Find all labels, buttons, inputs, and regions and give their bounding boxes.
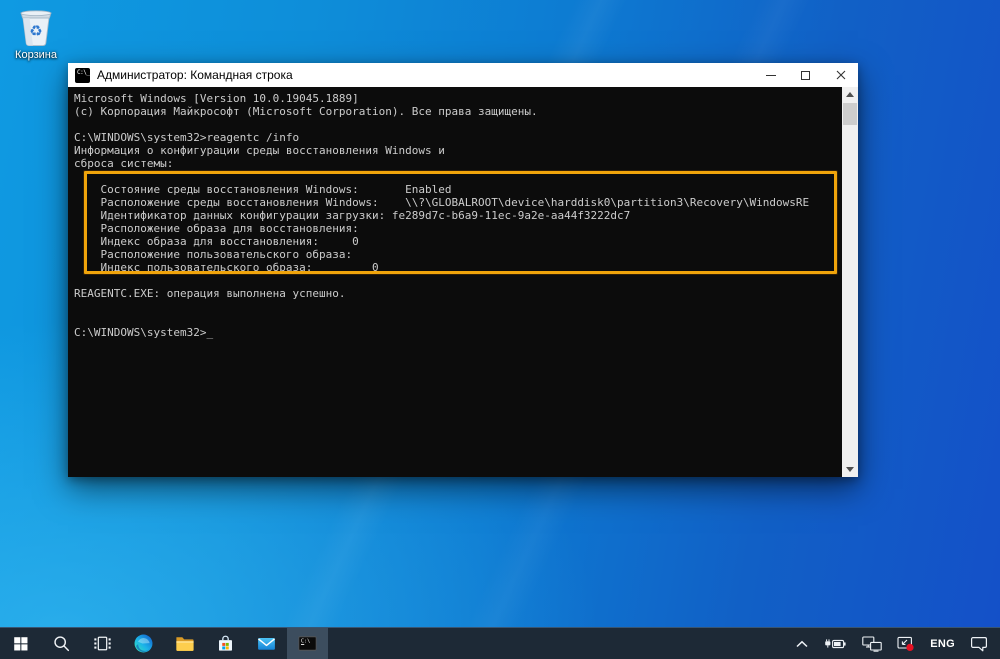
store-icon <box>219 635 232 651</box>
maximize-icon <box>801 70 810 80</box>
console-line: Состояние среды восстановления Windows: … <box>74 183 452 196</box>
console-line: Расположение образа для восстановления: <box>74 222 359 235</box>
scroll-down-icon[interactable] <box>842 462 858 477</box>
scrollbar-thumb[interactable] <box>843 103 857 125</box>
console-line: Microsoft Windows [Version 10.0.19045.18… <box>74 92 359 105</box>
console-line: Идентификатор данных конфигурации загруз… <box>74 209 631 222</box>
window-titlebar[interactable]: C:\_ Администратор: Командная строка <box>68 63 858 87</box>
close-icon <box>836 70 845 80</box>
close-button[interactable] <box>823 63 858 87</box>
recycle-bin-icon: ♻ <box>20 10 52 47</box>
taskbar: C:\ ENG <box>0 627 1000 659</box>
console-line: Индекс образа для восстановления: 0 <box>74 235 359 248</box>
console-line: REAGENTC.EXE: операция выполнена успешно… <box>74 287 346 300</box>
console-line: сброса системы: <box>74 157 174 170</box>
task-view-icon <box>94 636 111 651</box>
mail-icon <box>258 637 275 650</box>
search-icon <box>54 636 70 652</box>
scroll-up-icon[interactable] <box>842 87 858 102</box>
action-center-button[interactable] <box>970 635 988 652</box>
minimize-icon <box>765 74 776 76</box>
start-icon <box>14 637 28 651</box>
console-line: Расположение пользовательского образа: <box>74 248 353 261</box>
svg-text:C:\: C:\ <box>301 639 310 645</box>
window-title: Администратор: Командная строка <box>97 68 293 82</box>
system-tray: ENG <box>780 628 1000 659</box>
console-line: Информация о конфигурации среды восстано… <box>74 144 445 157</box>
language-indicator[interactable]: ENG <box>930 638 955 650</box>
task-view-button[interactable] <box>82 628 123 659</box>
store-button[interactable] <box>205 628 246 659</box>
console-area[interactable]: Microsoft Windows [Version 10.0.19045.18… <box>68 87 858 477</box>
battery-status-button[interactable] <box>824 637 847 651</box>
network-status-button[interactable] <box>862 635 883 652</box>
file-explorer-icon <box>176 637 194 651</box>
maximize-button[interactable] <box>788 63 823 87</box>
mail-button[interactable] <box>246 628 287 659</box>
taskbar-spacer <box>328 628 780 659</box>
cmd-window: C:\_ Администратор: Командная строка Mic… <box>68 63 858 477</box>
console-line: C:\WINDOWS\system32>_ <box>74 326 214 339</box>
command-prompt-icon: C:\ <box>298 636 317 651</box>
edge-icon <box>134 634 153 653</box>
edge-button[interactable] <box>123 628 164 659</box>
notification-app-button[interactable] <box>897 636 915 652</box>
cmd-titlebar-icon: C:\_ <box>75 67 90 83</box>
tray-overflow-button[interactable] <box>795 639 809 649</box>
command-prompt-taskbar-button[interactable]: C:\ <box>287 628 328 659</box>
console-line: Расположение среды восстановления Window… <box>74 196 810 209</box>
file-explorer-button[interactable] <box>164 628 205 659</box>
taskbar-search-button[interactable] <box>41 628 82 659</box>
console-line: C:\WINDOWS\system32>reagentc /info <box>74 131 300 144</box>
svg-text:♻: ♻ <box>29 22 42 40</box>
battery-icon <box>825 638 846 648</box>
console-output: Microsoft Windows [Version 10.0.19045.18… <box>74 92 840 339</box>
network-icon <box>862 635 883 652</box>
console-line: Индекс пользовательского образа: 0 <box>74 261 379 274</box>
start-button[interactable] <box>0 628 41 659</box>
recycle-bin[interactable]: ♻ Корзина <box>4 6 68 61</box>
action-center-icon <box>971 637 987 652</box>
console-line: (с) Корпорация Майкрософт (Microsoft Cor… <box>74 105 538 118</box>
chevron-up-icon <box>796 640 808 647</box>
recycle-bin-label: Корзина <box>15 49 57 61</box>
monitor-alert-icon <box>897 636 914 651</box>
minimize-button[interactable] <box>753 63 788 87</box>
console-scrollbar[interactable] <box>842 87 858 477</box>
